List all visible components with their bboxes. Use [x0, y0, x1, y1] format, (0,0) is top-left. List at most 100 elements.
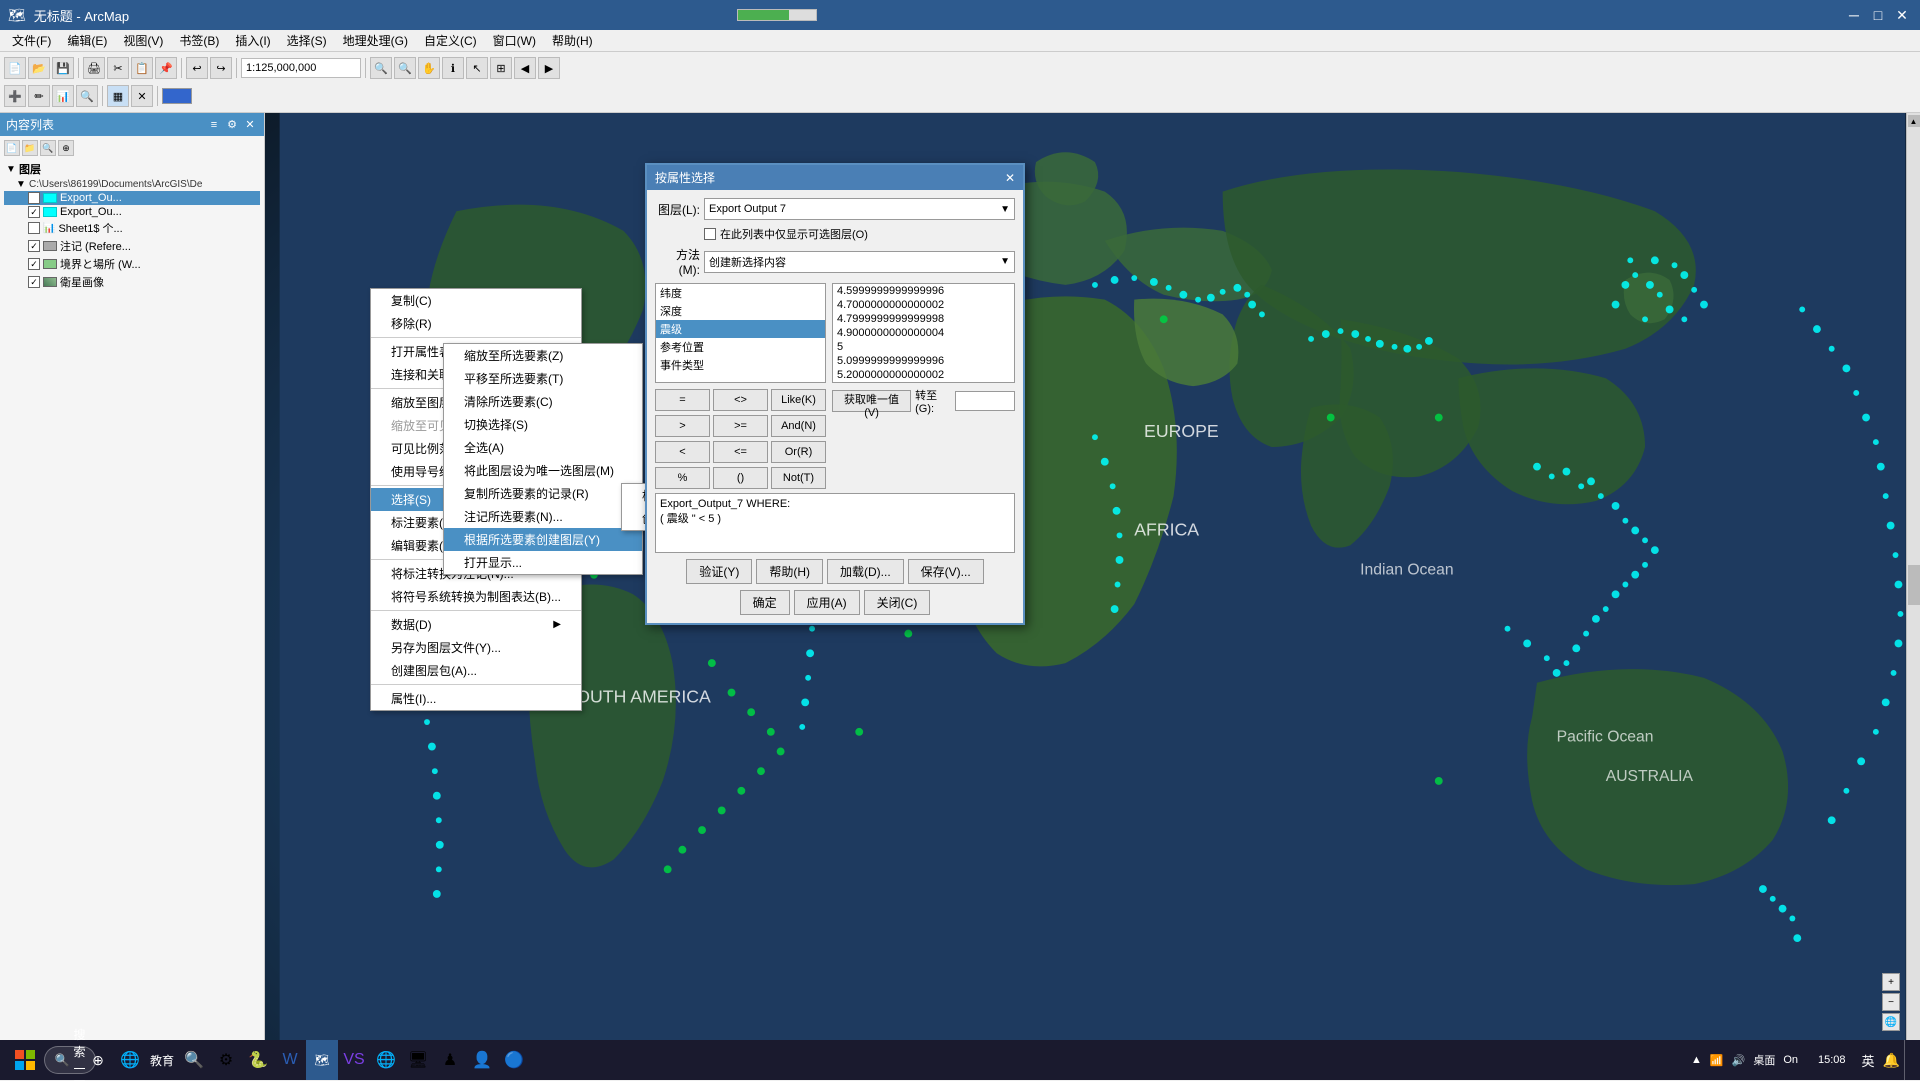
menu-customize[interactable]: 自定义(C)	[416, 30, 485, 51]
sub-set-only[interactable]: 将此图层设为唯一选图层(M)	[444, 459, 642, 482]
redo-btn[interactable]: ↪	[210, 57, 232, 79]
menu-file[interactable]: 文件(F)	[4, 30, 59, 51]
ctx-copy[interactable]: 复制(C)	[371, 289, 581, 312]
sub-open-display[interactable]: 打开显示...	[444, 551, 642, 574]
menu-edit[interactable]: 编辑(E)	[59, 30, 115, 51]
scroll-up-btn[interactable]: ▲	[1908, 115, 1920, 127]
map-globe[interactable]: 🌐	[1882, 1013, 1900, 1031]
taskbar-pc-icon[interactable]: 🖥	[402, 1040, 434, 1080]
menu-window[interactable]: 窗口(W)	[485, 30, 544, 51]
menu-view[interactable]: 视图(V)	[115, 30, 171, 51]
paste-btn[interactable]: 📌	[155, 57, 177, 79]
toc-boundary-item[interactable]: 境界と場所 (W...	[4, 255, 260, 273]
taskbar-arcmap-icon[interactable]: 🗺	[306, 1040, 338, 1080]
sub-copy-rec[interactable]: 复制所选要素的记录(R)	[444, 482, 642, 505]
notification-icon[interactable]: 🔔	[1883, 1052, 1900, 1069]
menu-bookmark[interactable]: 书签(B)	[171, 30, 227, 51]
toc-btn2[interactable]: 📁	[22, 140, 38, 156]
toc-check-2[interactable]	[28, 206, 40, 218]
editor-btn[interactable]: ✏	[28, 85, 50, 107]
taskbar-user-icon[interactable]: 👤	[466, 1040, 498, 1080]
val-6[interactable]: 5.2000000000000002	[833, 368, 1014, 382]
add-data-btn[interactable]: ➕	[4, 85, 26, 107]
taskbar-task-view[interactable]: ⊕	[82, 1040, 114, 1080]
save-dialog-btn[interactable]: 保存(V)...	[908, 559, 984, 584]
toc-sat-item[interactable]: 衛星画像	[4, 273, 260, 291]
taskbar-vs-icon[interactable]: VS	[338, 1040, 370, 1080]
map-zoom-out[interactable]: −	[1882, 993, 1900, 1011]
val-3[interactable]: 4.9000000000000004	[833, 326, 1014, 340]
toc-path-item[interactable]: ▼ C:\Users\86199\Documents\ArcGIS\De	[4, 178, 260, 191]
clear-sel-btn[interactable]: ✕	[131, 85, 153, 107]
toc-btn4[interactable]: ⊕	[58, 140, 74, 156]
identify-btn[interactable]: ℹ	[442, 57, 464, 79]
toc-close-icon[interactable]: ✕	[242, 117, 258, 133]
op-eq[interactable]: =	[655, 389, 710, 411]
close-dialog-btn[interactable]: 关闭(C)	[864, 590, 931, 615]
new-btn[interactable]: 📄	[4, 57, 26, 79]
back-btn[interactable]: ◀	[514, 57, 536, 79]
save-btn[interactable]: 💾	[52, 57, 74, 79]
sub-anno-sel[interactable]: 注记所选要素(N)...	[444, 505, 642, 528]
time-area[interactable]: 15:08	[1810, 1054, 1854, 1066]
start-button[interactable]	[0, 1040, 50, 1080]
toc-layers-root[interactable]: ▼ 图层	[4, 160, 260, 178]
op-gte[interactable]: >=	[713, 415, 768, 437]
field-latitude[interactable]: 纬度	[656, 284, 825, 302]
forward-btn[interactable]: ▶	[538, 57, 560, 79]
op-percent[interactable]: %	[655, 467, 710, 489]
taskbar-edge-icon[interactable]: 🌐	[114, 1040, 146, 1080]
map-area[interactable]: EUROPE AFRICA Indian Ocean Pacific Ocean…	[265, 113, 1920, 1056]
toc-check-4[interactable]	[28, 240, 40, 252]
field-ref-location[interactable]: 参考位置	[656, 338, 825, 356]
taskbar-chrome-icon[interactable]: 🌐	[370, 1040, 402, 1080]
undo-btn[interactable]: ↩	[186, 57, 208, 79]
menu-insert[interactable]: 插入(I)	[227, 30, 278, 51]
zoom-in-btn[interactable]: 🔍	[370, 57, 392, 79]
sub-clear-sel[interactable]: 清除所选要素(C)	[444, 390, 642, 413]
field-event-type[interactable]: 事件类型	[656, 356, 825, 374]
op-or[interactable]: Or(R)	[771, 441, 826, 463]
toc-btn3[interactable]: 🔍	[40, 140, 56, 156]
taskbar-search2-icon[interactable]: 🔍	[178, 1040, 210, 1080]
maximize-button[interactable]: □	[1868, 5, 1888, 25]
toc-settings-icon[interactable]: ⚙	[224, 117, 240, 133]
sub-pan-sel[interactable]: 平移至所选要素(T)	[444, 367, 642, 390]
menu-select[interactable]: 选择(S)	[279, 30, 335, 51]
op-not[interactable]: Not(T)	[771, 467, 826, 489]
toc-check-5[interactable]	[28, 258, 40, 270]
toc-check-3[interactable]	[28, 222, 40, 234]
val-5[interactable]: 5.0999999999999996	[833, 354, 1014, 368]
print-btn[interactable]: 🖨	[83, 57, 105, 79]
ok-btn[interactable]: 确定	[740, 590, 790, 615]
op-and[interactable]: And(N)	[771, 415, 826, 437]
toc-export-item-2[interactable]: Export_Ou...	[4, 205, 260, 219]
copy-btn[interactable]: 📋	[131, 57, 153, 79]
taskbar-steam-icon[interactable]: ⚙	[210, 1040, 242, 1080]
op-lt[interactable]: <	[655, 441, 710, 463]
taskbar-edu-icon[interactable]: 教育	[146, 1040, 178, 1080]
toc-btn1[interactable]: 📄	[4, 140, 20, 156]
dialog-close-x[interactable]: ✕	[1005, 171, 1015, 185]
toc-list-icon[interactable]: ≡	[206, 117, 222, 133]
load-btn[interactable]: 加载(D)...	[827, 559, 904, 584]
val-0[interactable]: 4.5999999999999996	[833, 284, 1014, 298]
taskbar-python-icon[interactable]: 🐍	[242, 1040, 274, 1080]
minimize-button[interactable]: ─	[1844, 5, 1864, 25]
taskbar-browser2-icon[interactable]: 🔵	[498, 1040, 530, 1080]
search2-btn[interactable]: 🔍	[76, 85, 98, 107]
taskbar-word-icon[interactable]: W	[274, 1040, 306, 1080]
taskbar-search-icon[interactable]: 🔍 搜索一下	[50, 1040, 82, 1080]
menu-geoprocessing[interactable]: 地理处理(G)	[335, 30, 416, 51]
close-button[interactable]: ✕	[1892, 5, 1912, 25]
op-lte[interactable]: <=	[713, 441, 768, 463]
toc-anno-item[interactable]: 注记 (Refere...	[4, 237, 260, 255]
val-2[interactable]: 4.7999999999999998	[833, 312, 1014, 326]
tray-arrow[interactable]: ▲	[1691, 1054, 1702, 1066]
op-neq[interactable]: <>	[713, 389, 768, 411]
op-like[interactable]: Like(K)	[771, 389, 826, 411]
ctx-create-pkg[interactable]: 创建图层包(A)...	[371, 659, 581, 682]
color-swatch[interactable]	[162, 88, 192, 104]
cut-btn[interactable]: ✂	[107, 57, 129, 79]
taskbar-steam2-icon[interactable]: ♟	[434, 1040, 466, 1080]
